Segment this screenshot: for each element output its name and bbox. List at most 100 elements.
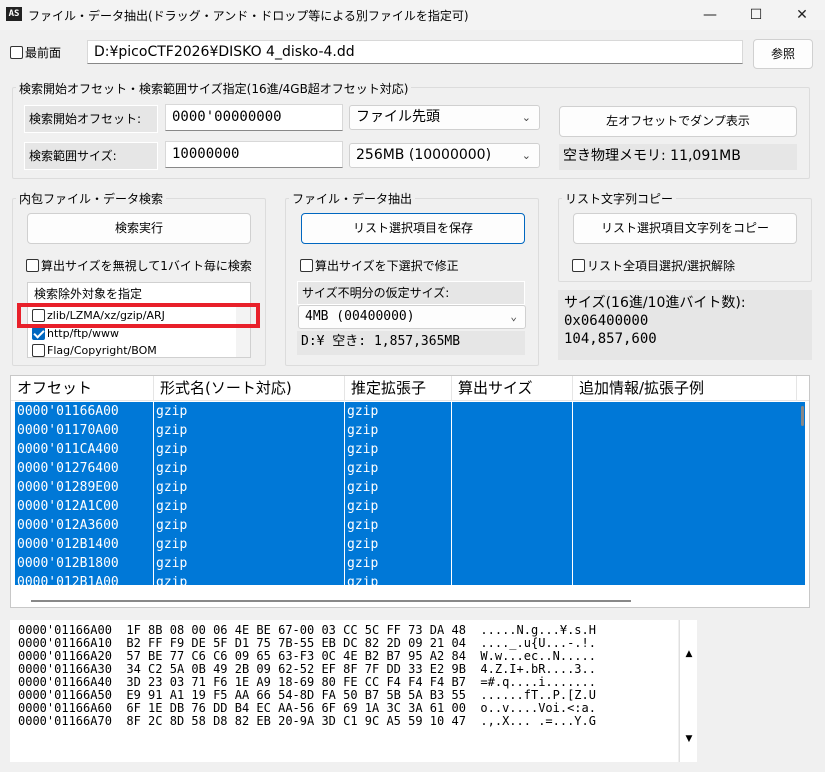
hex-offset: 0000'01166A30 [18, 662, 112, 676]
exclude-item-flag[interactable]: Flag/Copyright/BOM [32, 343, 157, 357]
window-title: ファイル・データ抽出(ドラッグ・アンド・ドロップ等による別ファイルを指定可) [28, 9, 469, 23]
cell-format: gzip [154, 459, 345, 478]
browse-button[interactable]: 参照 [753, 39, 813, 69]
checkbox-icon[interactable] [32, 344, 45, 357]
save-selected-button[interactable]: リスト選択項目を保存 [301, 213, 525, 244]
hex-ascii: W.w...ec..N..... [480, 649, 596, 663]
hex-line: 0000'01166A70 8F 2C 8D 58 D8 82 EB 20-9A… [18, 715, 596, 728]
checkbox-icon[interactable] [10, 46, 23, 59]
scroll-down-icon[interactable]: ▼ [680, 731, 698, 747]
hex-dump-view[interactable]: 0000'01166A00 1F 8B 08 00 06 4E BE 67-00… [10, 620, 678, 762]
fix-size-checkbox[interactable]: 算出サイズを下選択で修正 [300, 257, 459, 274]
cell-size [452, 402, 573, 421]
cell-size [452, 440, 573, 459]
cell-offset: 0000'012B1A00 [15, 573, 154, 585]
free-memory-text: 空き物理メモリ: 11,091MB [559, 144, 797, 170]
table-row[interactable]: 0000'011CA400 gzip gzip [15, 440, 805, 459]
scroll-up-icon[interactable]: ▲ [680, 646, 698, 662]
size-dec: 104,857,600 [564, 331, 657, 347]
checkbox-icon[interactable] [26, 259, 39, 272]
cell-format: gzip [154, 478, 345, 497]
cell-format: gzip [154, 421, 345, 440]
exclude-item-label: Flag/Copyright/BOM [47, 344, 157, 357]
exclude-item-label: http/ftp/www [47, 327, 119, 340]
cell-format: gzip [154, 535, 345, 554]
column-header-format[interactable]: 形式名(ソート対応) [154, 376, 345, 401]
table-row[interactable]: 0000'012B1400 gzip gzip [15, 535, 805, 554]
start-offset-input[interactable]: 0000'00000000 [165, 104, 343, 131]
cell-offset: 0000'012B1800 [15, 554, 154, 573]
column-header-size[interactable]: 算出サイズ [452, 376, 573, 401]
minimize-icon: — [703, 7, 717, 23]
cell-ext: gzip [345, 554, 452, 573]
cell-offset: 0000'012A3600 [15, 516, 154, 535]
search-execute-button[interactable]: 検索実行 [27, 213, 251, 244]
ignore-size-checkbox[interactable]: 算出サイズを無視して1バイト毎に検索 [26, 257, 252, 274]
column-header-extra[interactable]: 追加情報/拡張子例 [573, 376, 797, 401]
close-icon: ✕ [796, 7, 808, 23]
exclude-item-http[interactable]: http/ftp/www [32, 326, 119, 340]
start-offset-label: 検索開始オフセット: [24, 105, 158, 133]
result-list[interactable]: オフセット 形式名(ソート対応) 推定拡張子 算出サイズ 追加情報/拡張子例 0… [10, 375, 810, 608]
cell-format: gzip [154, 554, 345, 573]
free-disk-space: D:¥ 空き: 1,857,365MB [297, 331, 525, 355]
hex-ascii: ...._.u{U...-.!. [480, 636, 596, 650]
table-row[interactable]: 0000'01170A00 gzip gzip [15, 421, 805, 440]
horizontal-scroll-thumb[interactable] [31, 600, 631, 602]
cell-ext: gzip [345, 497, 452, 516]
column-header-ext[interactable]: 推定拡張子 [345, 376, 452, 401]
hex-bytes: 6F 1E DB 76 DD B4 EC AA-56 6F 69 1A 3C 3… [126, 701, 466, 715]
size-info-title: サイズ(16進/10進バイト数): [564, 295, 746, 311]
cell-size [452, 459, 573, 478]
topmost-checkbox[interactable]: 最前面 [10, 44, 61, 61]
cell-size [452, 554, 573, 573]
table-row[interactable]: 0000'01166A00 gzip gzip [15, 402, 805, 421]
copy-selected-button[interactable]: リスト選択項目文字列をコピー [573, 213, 797, 244]
hex-offset: 0000'01166A60 [18, 701, 112, 715]
dump-button[interactable]: 左オフセットでダンプ表示 [559, 106, 797, 137]
cell-format: gzip [154, 497, 345, 516]
cell-size [452, 516, 573, 535]
hex-scroll-spinner[interactable]: ▲ ▼ [679, 620, 697, 762]
cell-format: gzip [154, 516, 345, 535]
table-row[interactable]: 0000'012B1800 gzip gzip [15, 554, 805, 573]
hex-ascii: o..v....Voi.<:a. [480, 701, 596, 715]
table-row[interactable]: 0000'012A1C00 gzip gzip [15, 497, 805, 516]
checkbox-icon[interactable] [300, 259, 313, 272]
table-row[interactable]: 0000'012B1A00 gzip gzip [15, 573, 805, 585]
hex-offset: 0000'01166A40 [18, 675, 112, 689]
assume-size-combo[interactable]: 4MB (00400000) ⌄ [298, 305, 526, 329]
hex-offset: 0000'01166A50 [18, 688, 112, 702]
cell-offset: 0000'011CA400 [15, 440, 154, 459]
app-icon: AS [6, 7, 22, 21]
chevron-down-icon: ⌄ [521, 111, 531, 124]
checkbox-checked-icon[interactable] [32, 327, 45, 340]
table-row[interactable]: 0000'01289E00 gzip gzip [15, 478, 805, 497]
search-range-combo[interactable]: 256MB (10000000) ⌄ [349, 143, 540, 168]
cell-size [452, 497, 573, 516]
offset-group-title: 検索開始オフセット・検索範囲サイズ指定(16進/4GB超オフセット対応) [16, 80, 412, 97]
file-path-input[interactable]: D:¥picoCTF2026¥DISKO 4_disko-4.dd [87, 40, 743, 64]
hex-offset: 0000'01166A10 [18, 636, 112, 650]
cell-ext: gzip [345, 421, 452, 440]
search-range-input[interactable]: 10000000 [165, 141, 343, 168]
vertical-scroll-thumb[interactable] [801, 406, 804, 426]
copy-group-title: リスト文字列コピー [562, 190, 677, 207]
hex-ascii: 4.Z.I+.bR....3.. [480, 662, 596, 676]
select-all-checkbox[interactable]: リスト全項目選択/選択解除 [572, 257, 735, 274]
cell-format: gzip [154, 573, 345, 585]
column-header-offset[interactable]: オフセット [11, 376, 154, 401]
cell-size [452, 535, 573, 554]
cell-format: gzip [154, 440, 345, 459]
table-row[interactable]: 0000'012A3600 gzip gzip [15, 516, 805, 535]
start-position-combo[interactable]: ファイル先頭 ⌄ [349, 105, 540, 130]
close-button[interactable]: ✕ [779, 0, 825, 30]
horizontal-scrollbar[interactable] [11, 587, 809, 607]
checkbox-icon[interactable] [572, 259, 585, 272]
table-row[interactable]: 0000'01276400 gzip gzip [15, 459, 805, 478]
minimize-button[interactable]: — [687, 0, 733, 30]
maximize-button[interactable]: ☐ [733, 0, 779, 30]
size-hex: 0x06400000 [564, 313, 649, 329]
title-bar[interactable]: AS ファイル・データ抽出(ドラッグ・アンド・ドロップ等による別ファイルを指定可… [0, 0, 825, 30]
hex-bytes: B2 FF F9 DE 5F D1 75 7B-55 EB DC 82 2D 0… [126, 636, 466, 650]
